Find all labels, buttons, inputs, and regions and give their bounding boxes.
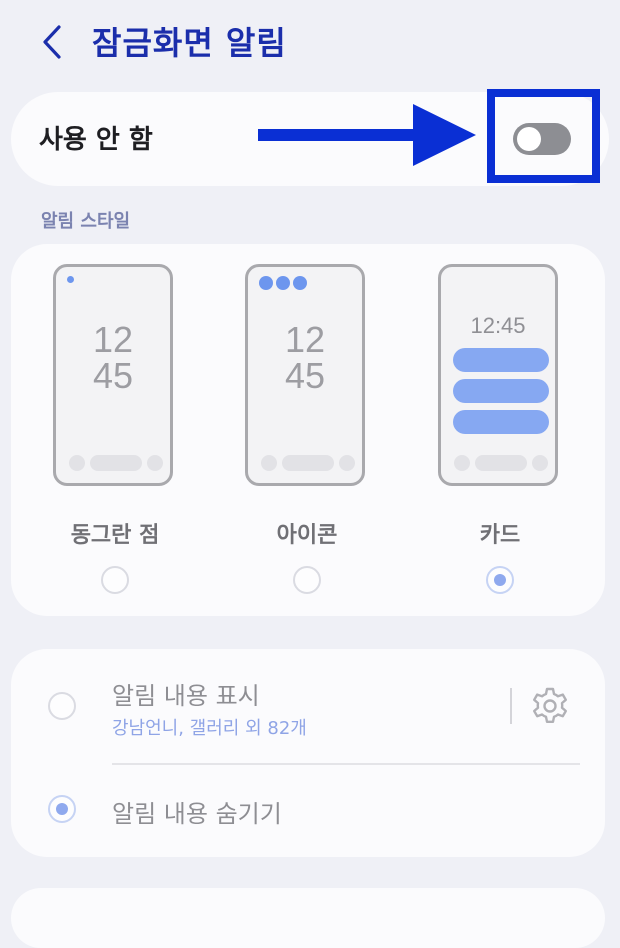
notification-card-bar [453,348,549,372]
style-preview-icon[interactable]: 12 45 [245,264,365,486]
notification-icon [259,276,273,290]
hide-content-label[interactable]: 알림 내용 숨기기 [112,794,282,829]
style-name-card: 카드 [479,523,521,548]
style-preview-card[interactable]: 12:45 [438,264,558,486]
style-radio-dot[interactable] [101,566,129,594]
section-label: 알림 스타일 [41,211,131,232]
show-content-apps: 강남언니, 갤러리 외 82개 [112,718,307,739]
back-button[interactable] [30,20,74,64]
show-content-label[interactable]: 알림 내용 표시 [112,676,260,711]
style-preview-dot[interactable]: 12 45 [53,264,173,486]
preview-bottom-bar [69,455,163,471]
notification-card-bar [453,410,549,434]
page-title: 잠금화면 알림 [92,24,287,62]
divider [112,763,580,765]
show-content-radio[interactable] [48,692,76,720]
style-name-dot: 동그란 점 [70,523,160,548]
next-settings-card [11,888,605,948]
hide-content-radio[interactable] [48,795,76,823]
preview-clock-minute: 45 [284,355,326,396]
preview-clock-hour: 12 [92,319,134,360]
notification-icon [293,276,307,290]
preview-clock-hour: 12 [284,319,326,360]
divider [510,688,512,724]
arrow-annotation-icon [258,104,476,166]
notification-content-card [11,649,605,857]
preview-clock: 12:45 [470,313,526,338]
style-radio-card[interactable] [486,566,514,594]
chevron-left-icon [43,25,61,59]
preview-bottom-bar [454,455,548,471]
preview-clock-minute: 45 [92,355,134,396]
notification-icon [276,276,290,290]
style-name-icon: 아이콘 [276,523,338,548]
preview-bottom-bar [261,455,355,471]
notification-dot-icon [67,276,74,283]
notification-card-bar [453,379,549,403]
toggle-label: 사용 안 함 [39,125,153,155]
highlight-box [487,89,600,183]
gear-icon[interactable] [530,686,570,726]
header: 잠금화면 알림 [0,0,620,84]
style-radio-icon[interactable] [293,566,321,594]
